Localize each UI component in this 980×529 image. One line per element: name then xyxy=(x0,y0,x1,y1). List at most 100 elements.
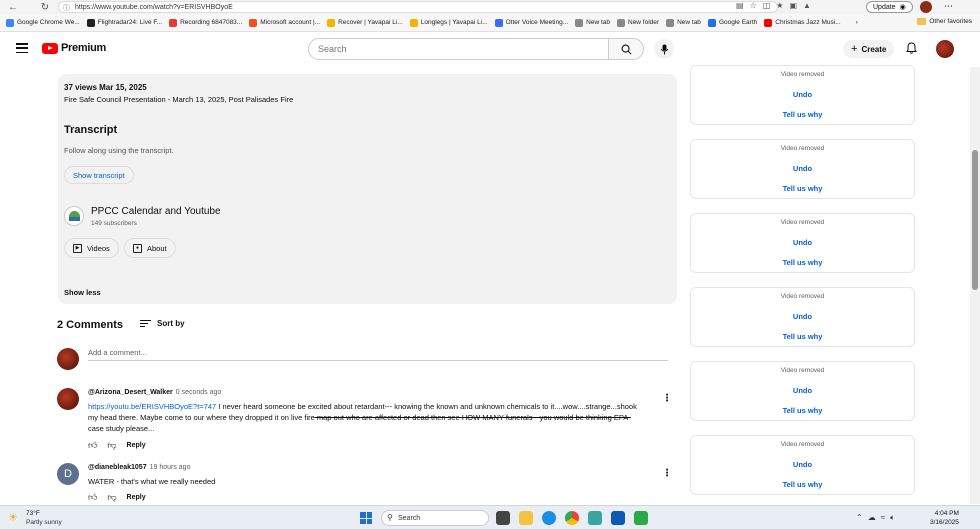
video-removed-label: Video removed xyxy=(780,441,825,448)
timestamp-link[interactable]: https://youtu.be/ERISVHBOyoE?t=747 xyxy=(88,402,216,411)
tell-us-why-button[interactable]: Tell us why xyxy=(691,184,914,193)
bookmark-item[interactable]: Christmas Jazz Musi... xyxy=(764,18,841,27)
search-input[interactable]: Search xyxy=(308,38,610,60)
comment-more-icon[interactable]: ⋮ xyxy=(662,393,672,404)
weather-sun-icon[interactable]: ☀ xyxy=(8,511,18,524)
show-less-button[interactable]: Show less xyxy=(64,288,101,297)
task-view-icon[interactable] xyxy=(496,511,510,525)
windows-taskbar: ☀ 73°F Partly sunny ⚲ Search ⌃ ☁ ≈ 🔈︎ 4:… xyxy=(0,505,980,529)
youtube-logo[interactable]: Premium xyxy=(42,42,106,54)
bookmark-icon xyxy=(409,18,418,27)
bookmark-item[interactable]: New tab xyxy=(575,18,610,27)
weather-description[interactable]: Partly sunny xyxy=(26,519,62,526)
bookmark-item[interactable]: New folder xyxy=(617,18,659,27)
more-options-icon[interactable]: ⋯ xyxy=(944,1,953,12)
outlook-icon[interactable] xyxy=(611,511,625,525)
add-comment-input[interactable]: Add a comment... xyxy=(88,348,668,361)
weather-temp[interactable]: 73°F xyxy=(26,510,40,517)
about-button[interactable]: ● About xyxy=(124,238,176,258)
favorites-icon[interactable]: ★ xyxy=(776,1,783,10)
comment-avatar[interactable] xyxy=(57,388,79,410)
scrollbar-thumb[interactable] xyxy=(972,150,978,290)
hamburger-menu-icon[interactable] xyxy=(16,43,28,53)
bookmark-item[interactable]: Longlegs | Yavapai Li... xyxy=(409,18,488,27)
comment-author[interactable]: @dianebleak1057 19 hours ago xyxy=(88,464,190,471)
chrome-icon[interactable] xyxy=(565,511,579,525)
channel-logo[interactable] xyxy=(64,206,84,226)
back-arrow-icon[interactable]: ← xyxy=(6,0,20,14)
account-avatar[interactable] xyxy=(936,40,954,58)
reply-button[interactable]: Reply xyxy=(127,442,146,449)
bookmarks-more-icon[interactable]: › xyxy=(856,19,858,26)
comment-more-icon[interactable]: ⋮ xyxy=(662,468,672,479)
videos-button[interactable]: ▶ Videos xyxy=(64,238,119,258)
taskbar-search[interactable]: ⚲ Search xyxy=(381,510,489,526)
folder-icon xyxy=(917,18,927,25)
undo-button[interactable]: Undo xyxy=(691,312,914,321)
clock[interactable]: 4:04 PM 3/16/2025 xyxy=(930,509,959,527)
youtube-play-icon xyxy=(42,42,58,54)
tell-us-why-button[interactable]: Tell us why xyxy=(691,258,914,267)
search-button[interactable] xyxy=(608,38,644,60)
comment-avatar[interactable]: D xyxy=(57,463,79,485)
tell-us-why-button[interactable]: Tell us why xyxy=(691,480,914,489)
reply-button[interactable]: Reply xyxy=(127,494,146,501)
dislike-icon[interactable]: 👎︎ xyxy=(107,440,116,451)
windows-start-icon[interactable] xyxy=(360,512,372,524)
app-icon[interactable] xyxy=(634,511,648,525)
tell-us-why-button[interactable]: Tell us why xyxy=(691,110,914,119)
address-bar[interactable]: ⓘ https://www.youtube.com/watch?v=ERISVH… xyxy=(58,1,778,13)
bookmark-item[interactable]: Recording 6847083... xyxy=(169,18,242,27)
tell-us-why-button[interactable]: Tell us why xyxy=(691,406,914,415)
extensions-icon[interactable]: ▲ xyxy=(803,1,811,10)
undo-button[interactable]: Undo xyxy=(691,386,914,395)
app-icon[interactable] xyxy=(588,511,602,525)
channel-name[interactable]: PPCC Calendar and Youtube xyxy=(91,206,221,217)
bookmark-item[interactable]: Otter Voice Meeting... xyxy=(494,18,568,27)
favorite-star-icon[interactable]: ☆ xyxy=(750,1,757,10)
create-button[interactable]: + Create xyxy=(843,40,895,58)
chevron-up-icon[interactable]: ⌃ xyxy=(856,513,863,523)
collections-icon[interactable]: ▣ xyxy=(789,1,797,10)
dislike-icon[interactable]: 👎︎ xyxy=(107,492,116,503)
bookmark-item[interactable]: Google Chrome We... xyxy=(6,18,80,27)
voice-search-button[interactable] xyxy=(654,39,674,59)
show-transcript-button[interactable]: Show transcript xyxy=(64,166,134,184)
bookmark-item[interactable]: Flightradar24: Live F... xyxy=(86,18,162,27)
sort-by-button[interactable]: Sort by xyxy=(140,319,185,328)
sort-icon xyxy=(140,320,151,327)
split-screen-icon[interactable]: ◫ xyxy=(763,1,771,10)
refresh-icon[interactable]: ↻ xyxy=(38,0,52,14)
search-icon: ⚲ xyxy=(387,513,393,522)
undo-button[interactable]: Undo xyxy=(691,238,914,247)
comment-time[interactable]: 0 seconds ago xyxy=(176,389,222,396)
like-icon[interactable]: 👍︎ xyxy=(88,440,97,451)
other-favorites[interactable]: Other favorites xyxy=(917,18,972,25)
notifications-bell-icon[interactable] xyxy=(906,42,917,57)
tell-us-why-button[interactable]: Tell us why xyxy=(691,332,914,341)
undo-button[interactable]: Undo xyxy=(691,90,914,99)
comment-author[interactable]: @Arizona_Desert_Walker 0 seconds ago xyxy=(88,389,221,396)
file-explorer-icon[interactable] xyxy=(519,511,533,525)
undo-button[interactable]: Undo xyxy=(691,164,914,173)
comment-time[interactable]: 19 hours ago xyxy=(150,464,191,471)
transcript-heading: Transcript xyxy=(64,124,118,136)
wifi-icon[interactable]: ≈ xyxy=(881,513,885,523)
bookmark-item[interactable]: Microsoft account |... xyxy=(249,18,320,27)
like-icon[interactable]: 👍︎ xyxy=(88,492,97,503)
profile-avatar[interactable] xyxy=(920,1,932,13)
update-button[interactable]: Update ◉ xyxy=(866,1,913,13)
search-icon xyxy=(621,44,631,54)
bookmark-item[interactable]: Google Earth xyxy=(707,18,757,27)
volume-icon[interactable]: 🔈︎ xyxy=(890,513,895,523)
removed-video-card: Video removed Undo Tell us why xyxy=(690,435,915,495)
cloud-icon[interactable]: ☁ xyxy=(868,513,876,523)
bookmark-item[interactable]: New tab xyxy=(666,18,701,27)
edge-icon[interactable] xyxy=(542,511,556,525)
site-info-icon[interactable]: ⓘ xyxy=(63,3,70,13)
bookmark-item[interactable]: Recover | Yavapai Li... xyxy=(327,18,403,27)
undo-button[interactable]: Undo xyxy=(691,460,914,469)
read-aloud-icon[interactable]: ▤ xyxy=(736,1,744,10)
video-description: 37 views Mar 15, 2025 Fire Safe Council … xyxy=(58,74,677,304)
video-play-icon: ▶ xyxy=(73,243,82,253)
